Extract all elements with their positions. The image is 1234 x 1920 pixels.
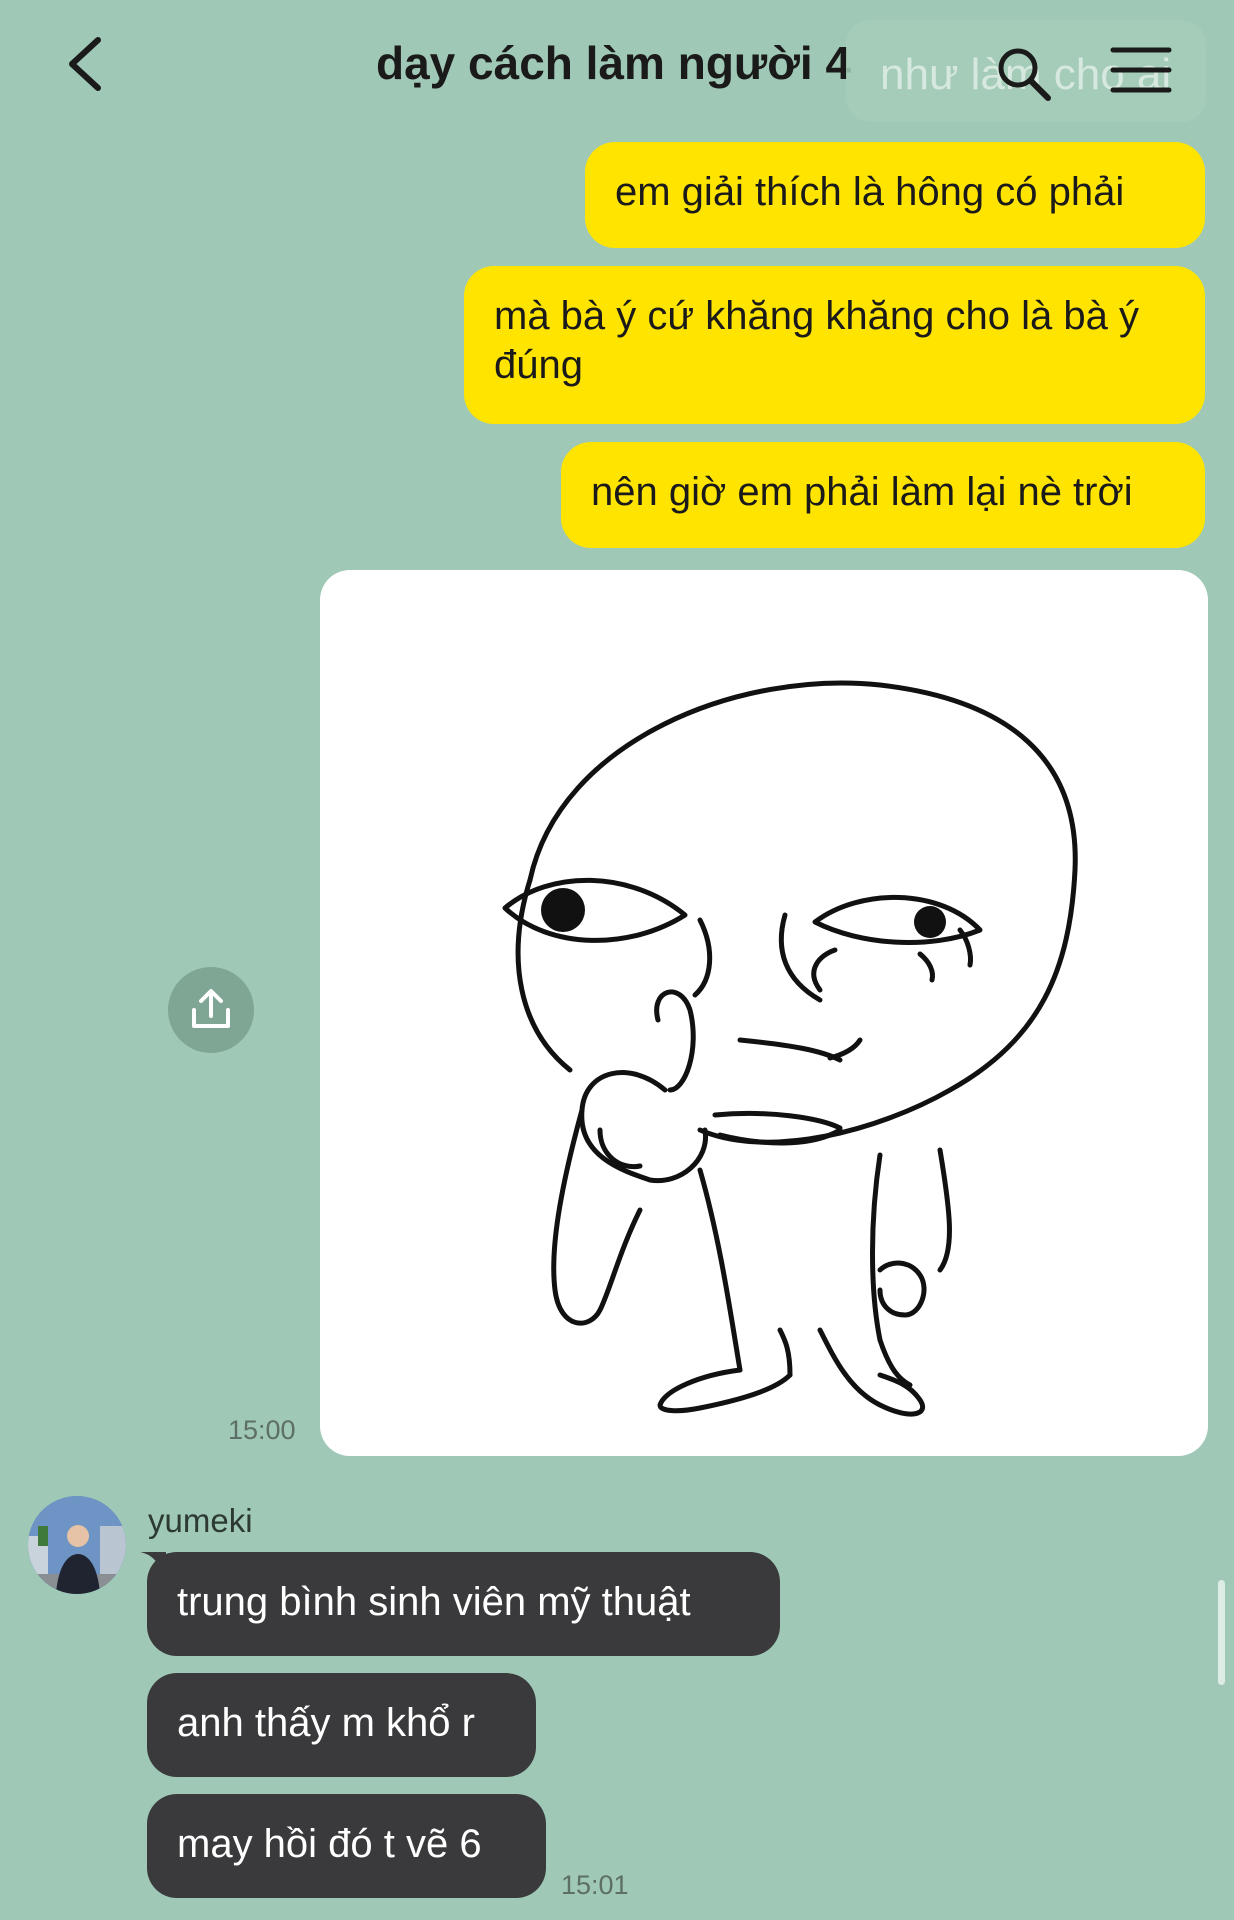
hamburger-menu-icon <box>1110 47 1172 93</box>
sender-name: yumeki <box>148 1502 253 1539</box>
scrollbar[interactable] <box>1218 1580 1225 1685</box>
outgoing-message[interactable]: mà bà ý cứ khăng khăng cho là bà ý đúng <box>464 266 1205 424</box>
message-timestamp: 15:01 <box>561 1870 629 1900</box>
menu-button[interactable] <box>1110 46 1172 94</box>
meme-face-sticker <box>502 680 1078 1417</box>
incoming-message[interactable]: may hồi đó t vẽ 6 <box>147 1794 546 1898</box>
incoming-message[interactable]: trung bình sinh viên mỹ thuật <box>147 1552 780 1656</box>
share-button[interactable] <box>168 967 254 1053</box>
outgoing-message[interactable]: em giải thích là hông có phải <box>585 142 1205 248</box>
avatar[interactable] <box>28 1496 126 1594</box>
outgoing-message[interactable]: nên giờ em phải làm lại nè trời <box>561 442 1205 548</box>
back-button[interactable] <box>62 34 112 94</box>
chat-header: dạy cách làm người 4 như làm cho ai <box>0 0 1234 130</box>
share-upload-icon <box>192 989 230 1028</box>
message-timestamp: 15:00 <box>228 1415 296 1445</box>
incoming-message[interactable]: anh thấy m khổ r <box>147 1673 536 1777</box>
chat-title: dạy cách làm người 4 <box>376 37 852 89</box>
profile-photo <box>28 1496 126 1594</box>
sticker-message[interactable] <box>320 570 1208 1456</box>
search-button[interactable] <box>994 44 1054 104</box>
chevron-left-icon <box>69 37 101 91</box>
search-icon <box>998 48 1051 101</box>
